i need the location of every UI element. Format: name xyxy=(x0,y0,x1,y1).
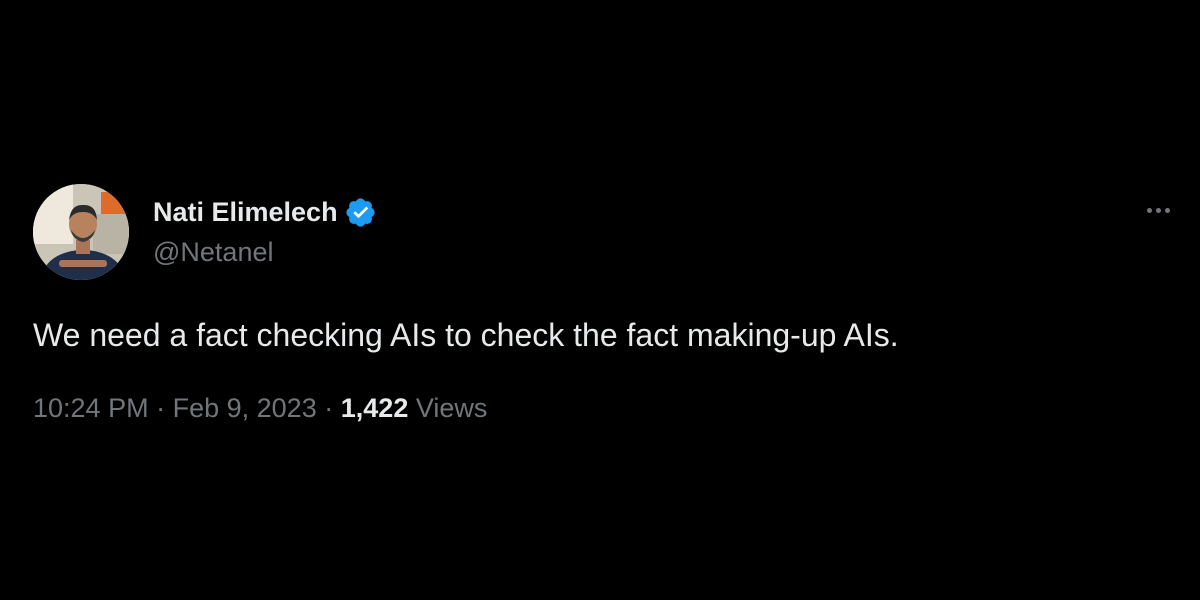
tweet-card: Nati Elimelech @Netanel We need a fact c… xyxy=(0,0,1200,600)
meta-separator: · xyxy=(156,393,166,423)
tweet-text: We need a fact checking AIs to check the… xyxy=(33,317,899,353)
tweet-time[interactable]: 10:24 PM xyxy=(33,393,149,423)
meta-separator: · xyxy=(324,393,334,423)
author-handle[interactable]: @Netanel xyxy=(153,235,273,269)
more-options-button[interactable] xyxy=(1138,196,1178,224)
views-label[interactable]: Views xyxy=(416,393,488,423)
verified-badge-icon[interactable] xyxy=(344,196,377,229)
author-name[interactable]: Nati Elimelech xyxy=(153,194,377,230)
more-horizontal-icon xyxy=(1146,207,1152,213)
author-name-text[interactable]: Nati Elimelech xyxy=(153,194,338,230)
views-count[interactable]: 1,422 xyxy=(341,393,409,423)
avatar-photo-icon xyxy=(33,184,129,280)
more-horizontal-icon-dot xyxy=(1164,207,1170,213)
tweet-date[interactable]: Feb 9, 2023 xyxy=(173,393,317,423)
more-horizontal-icon-dot xyxy=(1155,207,1161,213)
author-avatar[interactable] xyxy=(33,184,129,280)
tweet-meta: 10:24 PM · Feb 9, 2023 · 1,422 Views xyxy=(33,390,487,426)
